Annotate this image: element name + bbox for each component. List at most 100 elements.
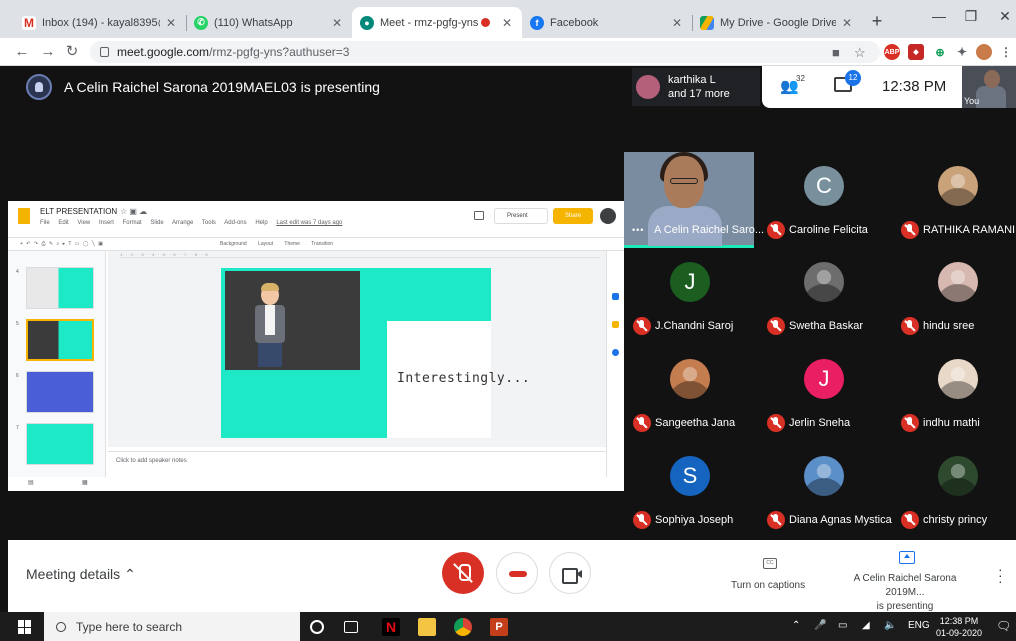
- active-speakers-pill[interactable]: karthika L and 17 more: [632, 68, 760, 106]
- participant-name: christy princy: [923, 514, 988, 526]
- adblock-icon[interactable]: ABP: [884, 44, 900, 60]
- present-button: Present: [494, 208, 548, 224]
- self-view-tile[interactable]: You: [962, 66, 1016, 108]
- tab-whatsapp[interactable]: ✆ (110) WhatsApp ✕: [186, 7, 352, 38]
- profile-avatar[interactable]: [976, 44, 992, 60]
- grammarly-icon[interactable]: ⊕: [932, 44, 948, 60]
- file-explorer-icon[interactable]: [418, 618, 436, 636]
- participant-tile[interactable]: J J.Chandni Saroj: [624, 248, 754, 344]
- tray-chevron-icon[interactable]: ⌃: [792, 620, 800, 631]
- camera-icon[interactable]: ■: [832, 45, 840, 60]
- camera-button[interactable]: [549, 552, 591, 594]
- meet-icon: ●: [360, 15, 374, 30]
- participant-tile[interactable]: C Caroline Felicita: [758, 152, 888, 248]
- participant-tile[interactable]: christy princy: [892, 442, 1016, 538]
- back-button[interactable]: ←: [12, 42, 32, 62]
- restore-button[interactable]: ❐: [956, 8, 986, 25]
- star-icon: ☆ ▣ ☁: [120, 207, 148, 216]
- participant-name: A Celin Raichel Saro...: [654, 224, 765, 236]
- language-indicator[interactable]: ENG: [908, 620, 930, 631]
- close-window-button[interactable]: ✕: [990, 8, 1016, 25]
- powerpoint-icon[interactable]: P: [490, 618, 508, 636]
- netflix-icon[interactable]: N: [382, 618, 400, 636]
- slide-thumbnail: [26, 371, 94, 413]
- participant-tile[interactable]: Diana Agnas Mystica: [758, 442, 892, 538]
- notifications-icon[interactable]: 🗨: [996, 619, 1011, 633]
- participant-name: Diana Agnas Mystica: [789, 514, 892, 526]
- presenter-banner: A Celin Raichel Sarona 2019MAEL03 is pre…: [26, 74, 380, 100]
- reload-button[interactable]: ↻: [62, 42, 82, 62]
- wifi-icon[interactable]: ◢: [862, 620, 870, 631]
- participant-tile[interactable]: indhu mathi: [892, 345, 1016, 441]
- theme-button: Theme: [284, 241, 300, 247]
- participant-initial-avatar: J: [670, 262, 710, 302]
- calendar-icon: [612, 293, 619, 300]
- tab-drive[interactable]: My Drive - Google Drive ✕: [692, 7, 862, 38]
- star-icon[interactable]: ☆: [854, 45, 866, 61]
- current-slide: Interestingly...: [221, 268, 530, 438]
- system-clock[interactable]: 12:38 PM 01-09-2020: [936, 615, 982, 639]
- battery-icon[interactable]: ▭: [838, 620, 847, 631]
- url-host: meet.google.com: [117, 45, 210, 59]
- close-icon[interactable]: ✕: [164, 16, 178, 30]
- participant-initial-avatar: S: [670, 456, 710, 496]
- volume-icon[interactable]: 🔈: [884, 620, 896, 631]
- facebook-icon: f: [530, 15, 544, 30]
- muted-mic-icon: [767, 317, 785, 335]
- slides-header: ELT PRESENTATION ☆ ▣ ☁ File Edit View In…: [8, 201, 624, 235]
- windows-start-icon[interactable]: [18, 620, 32, 634]
- toolbar-icons: + ↶ ↷ ⎙ ✎ ⌕ ▸ T ▭ ◯ ╲ ▣: [20, 241, 105, 247]
- participant-tile[interactable]: ••• A Celin Raichel Saro...: [624, 152, 764, 248]
- close-icon[interactable]: ✕: [500, 16, 514, 30]
- participant-name: indhu mathi: [923, 417, 980, 429]
- captions-button[interactable]: Turn on captions: [731, 580, 805, 591]
- captions-icon[interactable]: CC: [763, 558, 777, 569]
- close-icon[interactable]: ✕: [670, 16, 684, 30]
- tab-meet[interactable]: ● Meet - rmz-pgfg-yns ✕: [352, 7, 522, 38]
- minimize-button[interactable]: —: [924, 8, 954, 24]
- share-label: Share: [564, 213, 581, 219]
- presenting-status[interactable]: A Celin Raichel Sarona 2019M... is prese…: [836, 572, 974, 614]
- tab-title: Meet - rmz-pgfg-yns: [380, 16, 479, 29]
- participant-tile[interactable]: Swetha Baskar: [758, 248, 888, 344]
- muted-mic-icon: [901, 317, 919, 335]
- muted-mic-icon: [767, 511, 785, 529]
- taskbar-search-input[interactable]: Type here to search: [44, 612, 300, 641]
- tab-facebook[interactable]: f Facebook ✕: [522, 7, 692, 38]
- extension-icon[interactable]: ◆: [908, 44, 924, 60]
- background-button: Background: [220, 241, 247, 247]
- thumb-number: 6: [16, 373, 19, 379]
- puzzle-icon[interactable]: ✦: [954, 44, 970, 60]
- participant-tile[interactable]: S Sophiya Joseph: [624, 442, 754, 538]
- meet-controls-bar: Meeting details ⌃ CC Turn on captions A …: [8, 540, 1016, 612]
- participant-tile[interactable]: J Jerlin Sneha: [758, 345, 888, 441]
- participant-tile[interactable]: hindu sree: [892, 248, 1016, 344]
- menu-icon[interactable]: ⋮: [998, 44, 1014, 60]
- close-icon[interactable]: ✕: [840, 16, 854, 30]
- present-label: Present: [507, 213, 528, 219]
- search-icon: [56, 621, 66, 632]
- more-options-icon[interactable]: · · ·: [998, 562, 1004, 588]
- menu-help: Help: [255, 220, 268, 226]
- present-now-icon[interactable]: [899, 551, 915, 564]
- participant-tile[interactable]: RATHIKA RAMANI: [892, 152, 1016, 248]
- url-field[interactable]: meet.google.com/rmz-pgfg-yns?authuser=3 …: [90, 41, 880, 63]
- microphone-tray-icon[interactable]: 🎤: [814, 620, 826, 631]
- forward-button[interactable]: →: [38, 42, 58, 62]
- speaker-notes: Click to add speaker notes: [108, 451, 606, 477]
- microphone-off-button[interactable]: [442, 552, 484, 594]
- new-tab-button[interactable]: +: [866, 10, 888, 32]
- leave-call-button[interactable]: [496, 552, 538, 594]
- tab-gmail[interactable]: M Inbox (194) - kayal8395@gmai ✕: [14, 7, 186, 38]
- slides-logo-icon: [18, 208, 30, 224]
- menu-arrange: Arrange: [172, 220, 194, 226]
- layout-button: Layout: [258, 241, 274, 247]
- chrome-icon[interactable]: [454, 618, 472, 636]
- meeting-details-button[interactable]: Meeting details ⌃: [26, 566, 136, 583]
- task-view-icon[interactable]: [344, 621, 358, 633]
- participant-tile[interactable]: Sangeetha Jana: [624, 345, 754, 441]
- close-icon[interactable]: ✕: [330, 16, 344, 30]
- cortana-icon[interactable]: [310, 620, 324, 634]
- tasks-icon: [612, 349, 619, 356]
- muted-mic-icon: [767, 414, 785, 432]
